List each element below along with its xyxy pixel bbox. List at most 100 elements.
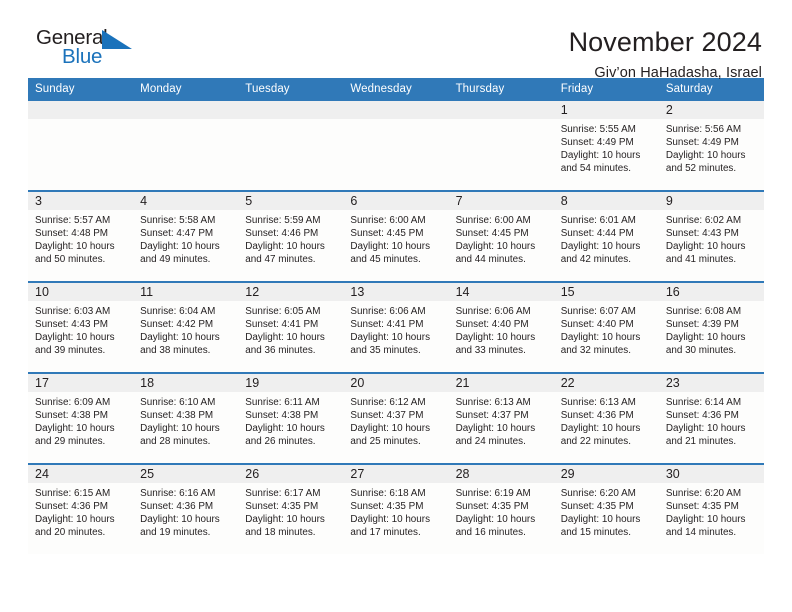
weekday-header-wednesday: Wednesday xyxy=(343,78,449,101)
logo-text-blue: Blue xyxy=(62,45,103,68)
calendar-day-cell[interactable]: 15 Sunrise: 6:07 AM Sunset: 4:40 PM Dayligh… xyxy=(553,281,659,373)
sun-details: Sunrise: 6:16 AM Sunset: 4:36 PM Daylight:… xyxy=(133,483,238,539)
sun-details: Sunrise: 6:18 AM Sunset: 4:35 PM Daylight:… xyxy=(343,483,448,539)
daylight-text: Daylight: 10 hours and 32 minutes. xyxy=(560,332,641,357)
calendar-day-cell[interactable]: 27 Sunrise: 6:18 AM Sunset: 4:35 PM Dayligh… xyxy=(343,463,449,554)
calendar-day-cell[interactable]: 29 Sunrise: 6:20 AM Sunset: 4:35 PM Dayligh… xyxy=(553,463,659,554)
sun-details: Sunrise: 5:56 AM Sunset: 4:49 PM Daylight:… xyxy=(659,119,764,175)
sun-details: Sunrise: 5:55 AM Sunset: 4:49 PM Daylight:… xyxy=(554,119,659,175)
calendar-day-cell[interactable]: 16 Sunrise: 6:08 AM Sunset: 4:39 PM Dayligh… xyxy=(658,281,764,373)
day-number: 1 xyxy=(553,101,659,119)
sunrise-text: Sunrise: 6:12 AM xyxy=(350,397,426,408)
sun-details: Sunrise: 6:20 AM Sunset: 4:35 PM Daylight:… xyxy=(659,483,764,539)
weekday-header-thursday: Thursday xyxy=(448,78,554,101)
sunset-text: Sunset: 4:43 PM xyxy=(665,228,739,240)
calendar-day-cell[interactable]: 10 Sunrise: 6:03 AM Sunset: 4:43 PM Dayligh… xyxy=(28,281,134,373)
calendar-day-cell[interactable]: 21 Sunrise: 6:13 AM Sunset: 4:37 PM Dayligh… xyxy=(448,372,554,464)
day-number: 22 xyxy=(553,374,659,392)
sunset-text: Sunset: 4:38 PM xyxy=(35,410,109,422)
sun-details: Sunrise: 6:07 AM Sunset: 4:40 PM Daylight:… xyxy=(554,301,659,357)
daylight-text: Daylight: 10 hours and 25 minutes. xyxy=(350,423,431,448)
day-number: 9 xyxy=(658,192,764,210)
day-number: 13 xyxy=(343,283,449,301)
sun-details: Sunrise: 6:09 AM Sunset: 4:38 PM Daylight:… xyxy=(28,392,133,448)
calendar-day-cell[interactable]: 30 Sunrise: 6:20 AM Sunset: 4:35 PM Dayligh… xyxy=(658,463,764,554)
day-number: 4 xyxy=(133,192,239,210)
sunset-text: Sunset: 4:36 PM xyxy=(35,501,109,513)
calendar-day-cell[interactable]: 25 Sunrise: 6:16 AM Sunset: 4:36 PM Dayligh… xyxy=(133,463,239,554)
daylight-text: Daylight: 10 hours and 14 minutes. xyxy=(665,514,746,539)
sunset-text: Sunset: 4:45 PM xyxy=(350,228,424,240)
sunrise-text: Sunrise: 6:03 AM xyxy=(35,306,111,317)
calendar-day-cell[interactable]: 4 Sunrise: 5:58 AM Sunset: 4:47 PM Daylight… xyxy=(133,190,239,282)
day-number: 15 xyxy=(553,283,659,301)
calendar-day-cell[interactable]: 24 Sunrise: 6:15 AM Sunset: 4:36 PM Dayligh… xyxy=(28,463,134,554)
calendar-day-cell[interactable]: 2 Sunrise: 5:56 AM Sunset: 4:49 PM Daylight… xyxy=(658,101,764,191)
day-number: 10 xyxy=(28,283,134,301)
calendar-day-cell[interactable]: 11 Sunrise: 6:04 AM Sunset: 4:42 PM Dayligh… xyxy=(133,281,239,373)
calendar-day-cell[interactable]: 6 Sunrise: 6:00 AM Sunset: 4:45 PM Daylight… xyxy=(343,190,449,282)
daylight-text: Daylight: 10 hours and 22 minutes. xyxy=(560,423,641,448)
calendar-day-cell[interactable]: 8 Sunrise: 6:01 AM Sunset: 4:44 PM Daylight… xyxy=(553,190,659,282)
day-number xyxy=(343,101,449,119)
sun-details: Sunrise: 6:19 AM Sunset: 4:35 PM Daylight:… xyxy=(449,483,554,539)
sun-details: Sunrise: 6:03 AM Sunset: 4:43 PM Daylight:… xyxy=(28,301,133,357)
calendar-day-cell[interactable]: 1 Sunrise: 5:55 AM Sunset: 4:49 PM Daylight… xyxy=(553,101,659,191)
sun-details: Sunrise: 6:11 AM Sunset: 4:38 PM Daylight:… xyxy=(238,392,343,448)
calendar-day-cell[interactable]: 3 Sunrise: 5:57 AM Sunset: 4:48 PM Daylight… xyxy=(28,190,134,282)
calendar-day-cell[interactable]: 28 Sunrise: 6:19 AM Sunset: 4:35 PM Dayligh… xyxy=(448,463,554,554)
calendar-day-cell[interactable]: 18 Sunrise: 6:10 AM Sunset: 4:38 PM Dayligh… xyxy=(133,372,239,464)
day-number: 14 xyxy=(448,283,554,301)
calendar-day-cell[interactable]: 23 Sunrise: 6:14 AM Sunset: 4:36 PM Dayligh… xyxy=(658,372,764,464)
month-calendar: Sunday Monday Tuesday Wednesday Thursday Frid… xyxy=(28,78,764,554)
calendar-cell-empty xyxy=(343,101,449,191)
daylight-text: Daylight: 10 hours and 52 minutes. xyxy=(665,150,746,175)
day-number: 11 xyxy=(133,283,239,301)
sunrise-text: Sunrise: 6:08 AM xyxy=(665,306,742,317)
sunset-text: Sunset: 4:37 PM xyxy=(455,410,529,422)
calendar-day-cell[interactable]: 7 Sunrise: 6:00 AM Sunset: 4:45 PM Daylight… xyxy=(448,190,554,282)
sunrise-text: Sunrise: 5:56 AM xyxy=(665,124,742,135)
sunrise-text: Sunrise: 6:11 AM xyxy=(245,397,320,408)
day-number: 16 xyxy=(658,283,764,301)
daylight-text: Daylight: 10 hours and 19 minutes. xyxy=(140,514,220,539)
daylight-text: Daylight: 10 hours and 24 minutes. xyxy=(455,423,536,448)
sunrise-text: Sunrise: 6:06 AM xyxy=(455,306,531,317)
daylight-text: Daylight: 10 hours and 26 minutes. xyxy=(245,423,325,448)
sunrise-text: Sunrise: 6:04 AM xyxy=(140,306,216,317)
calendar-day-cell[interactable]: 14 Sunrise: 6:06 AM Sunset: 4:40 PM Dayligh… xyxy=(448,281,554,373)
sunrise-text: Sunrise: 6:07 AM xyxy=(560,306,636,317)
sunset-text: Sunset: 4:44 PM xyxy=(560,228,634,240)
sunset-text: Sunset: 4:36 PM xyxy=(560,410,634,422)
sun-details: Sunrise: 6:00 AM Sunset: 4:45 PM Daylight:… xyxy=(343,210,448,266)
calendar-day-cell[interactable]: 12 Sunrise: 6:05 AM Sunset: 4:41 PM Dayligh… xyxy=(238,281,344,373)
sunset-text: Sunset: 4:48 PM xyxy=(35,228,109,240)
sunrise-text: Sunrise: 6:00 AM xyxy=(350,215,426,226)
day-number: 2 xyxy=(658,101,764,119)
calendar-day-cell[interactable]: 22 Sunrise: 6:13 AM Sunset: 4:36 PM Dayligh… xyxy=(553,372,659,464)
calendar-week-row: 3 Sunrise: 5:57 AM Sunset: 4:48 PM Daylight… xyxy=(28,190,764,282)
general-blue-logo[interactable]: General Blue xyxy=(36,27,146,74)
calendar-day-cell[interactable]: 13 Sunrise: 6:06 AM Sunset: 4:41 PM Dayligh… xyxy=(343,281,449,373)
sun-details: Sunrise: 5:57 AM Sunset: 4:48 PM Daylight:… xyxy=(28,210,133,266)
daylight-text: Daylight: 10 hours and 39 minutes. xyxy=(35,332,115,357)
day-number: 12 xyxy=(238,283,344,301)
sun-details: Sunrise: 6:08 AM Sunset: 4:39 PM Daylight:… xyxy=(659,301,764,357)
calendar-day-cell[interactable]: 20 Sunrise: 6:12 AM Sunset: 4:37 PM Dayligh… xyxy=(343,372,449,464)
daylight-text: Daylight: 10 hours and 16 minutes. xyxy=(455,514,536,539)
day-number: 29 xyxy=(553,465,659,483)
daylight-text: Daylight: 10 hours and 44 minutes. xyxy=(455,241,536,266)
calendar-day-cell[interactable]: 19 Sunrise: 6:11 AM Sunset: 4:38 PM Dayligh… xyxy=(238,372,344,464)
day-number xyxy=(133,101,239,119)
calendar-day-cell[interactable]: 17 Sunrise: 6:09 AM Sunset: 4:38 PM Dayligh… xyxy=(28,372,134,464)
sunset-text: Sunset: 4:42 PM xyxy=(140,319,214,331)
sunset-text: Sunset: 4:40 PM xyxy=(455,319,529,331)
daylight-text: Daylight: 10 hours and 42 minutes. xyxy=(560,241,641,266)
calendar-day-cell[interactable]: 5 Sunrise: 5:59 AM Sunset: 4:46 PM Daylight… xyxy=(238,190,344,282)
calendar-day-cell[interactable]: 9 Sunrise: 6:02 AM Sunset: 4:43 PM Daylight… xyxy=(658,190,764,282)
calendar-day-cell[interactable]: 26 Sunrise: 6:17 AM Sunset: 4:35 PM Dayligh… xyxy=(238,463,344,554)
calendar-cell-empty xyxy=(238,101,344,191)
sunset-text: Sunset: 4:35 PM xyxy=(350,501,424,513)
page-title: November 2024 xyxy=(568,27,762,57)
calendar-week-row: 1 Sunrise: 5:55 AM Sunset: 4:49 PM Daylight… xyxy=(28,101,764,191)
